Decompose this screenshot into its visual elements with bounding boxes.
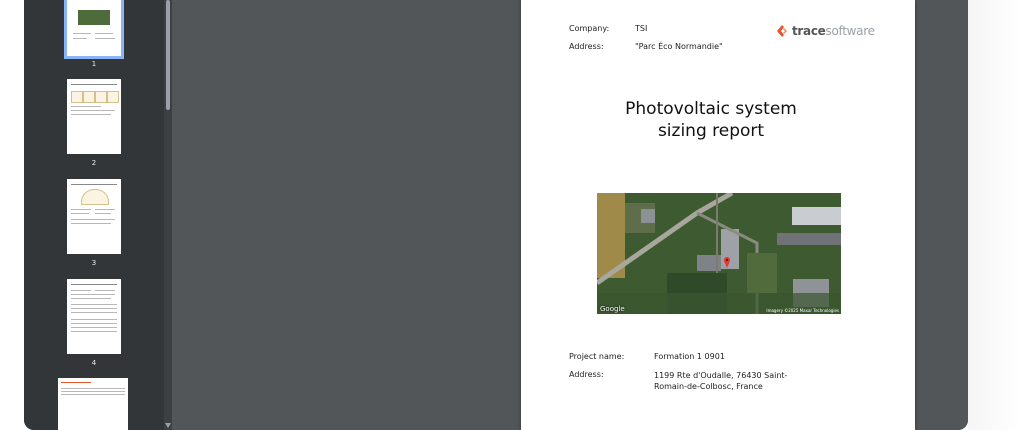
thumbnail-chart [107,91,119,103]
thumbnail-text-line [61,382,91,383]
project-address-value: 1199 Rte d'Oudalle, 76430 Saint- Romain-… [654,370,794,392]
page-thumbnail-2[interactable] [67,79,121,154]
thumbnail-text-line [71,223,111,224]
thumbnail-page-number: 3 [91,259,97,267]
thumbnail-text-line [71,219,115,220]
logo-text-software: software [825,24,875,38]
thumbnail-text-line [95,213,111,214]
thumbnail-text-line [71,327,117,328]
thumbnail-text-line [61,391,125,392]
thumbnail-text-line [73,33,91,34]
header-address-value: "Parc Éco Normandie" [635,42,723,51]
thumbnail-text-line [71,304,117,305]
page-thumbnail-5[interactable] [58,378,128,430]
thumbnail-chart [95,91,107,103]
thumbnail-text-line [71,294,115,295]
thumbnail-text-line [71,284,117,285]
thumbnail-text-line [71,298,111,299]
satellite-map-image: Google Imagery ©2025 Maxar Technologies [597,193,841,314]
thumbnail-map-preview [78,10,110,25]
thumbnail-text-line [71,331,117,332]
thumbnail-page-number: 1 [91,60,97,68]
trace-logo-icon [777,25,787,37]
scroll-down-arrow-icon[interactable] [165,423,171,428]
project-name-label: Project name: [569,352,625,361]
company-label: Company: [569,24,610,33]
project-address-line-1: 1199 Rte d'Oudalle, 76430 Saint- [654,371,788,380]
company-value: TSI [635,24,648,33]
thumbnail-text-line [71,184,117,185]
thumbnail-text-line [95,209,115,210]
thumbnail-page-number: 2 [91,159,97,167]
map-imagery-credit: Imagery ©2025 Maxar Technologies [766,308,839,313]
thumbnail-text-line [73,38,87,39]
thumbnail-text-line [95,33,113,34]
thumbnail-text-line [71,323,117,324]
page-thumbnail-4[interactable] [67,279,121,354]
page-thumbnail-1[interactable] [64,0,124,59]
pdf-page: Company: TSI Address: "Parc Éco Normandi… [521,0,915,430]
thumbnail-scrollbar-thumb[interactable] [166,0,170,110]
project-address-line-2: Romain-de-Colbosc, France [654,382,763,391]
thumbnail-chart [83,91,95,103]
thumbnail-text-line [61,388,125,389]
header-address-label: Address: [569,42,604,51]
report-title: Photovoltaic system sizing report [581,98,841,142]
document-view: Company: TSI Address: "Parc Éco Normandi… [172,0,968,430]
thumbnail-text-line [95,290,115,291]
thumbnail-text-line [71,213,89,214]
thumbnail-chart [71,91,83,103]
map-google-watermark: Google [600,305,625,313]
thumbnail-text-line [95,38,115,39]
thumbnail-text-line [71,209,91,210]
window-shadow [968,0,1024,430]
page-thumbnail-3[interactable] [67,179,121,254]
project-name-value: Formation 1 0901 [654,352,725,361]
thumbnail-text-line [71,290,91,291]
thumbnail-text-line [61,394,125,395]
thumbnail-scrollbar[interactable] [164,0,172,430]
trace-software-logo: trace software [775,22,875,40]
thumbnail-text-line [71,312,117,313]
thumbnail-text-line [71,110,115,111]
thumbnail-text-line [71,308,117,309]
thumbnail-text-line [71,106,101,107]
pdf-viewer: 1 2 3 4 Company: TSI Address: "Parc Éco … [24,0,968,430]
thumbnail-chart [81,189,109,205]
satellite-map-graphic [597,193,841,314]
report-title-line-2: sizing report [657,121,765,141]
thumbnail-text-line [71,319,117,320]
project-address-label: Address: [569,370,604,379]
thumbnail-sidebar: 1 2 3 4 [24,0,164,430]
logo-text-trace: trace [792,24,826,38]
thumbnail-text-line [71,84,117,85]
report-title-line-1: Photovoltaic system [625,99,797,119]
thumbnail-page-number: 4 [91,359,97,367]
thumbnail-text-line [71,114,111,115]
